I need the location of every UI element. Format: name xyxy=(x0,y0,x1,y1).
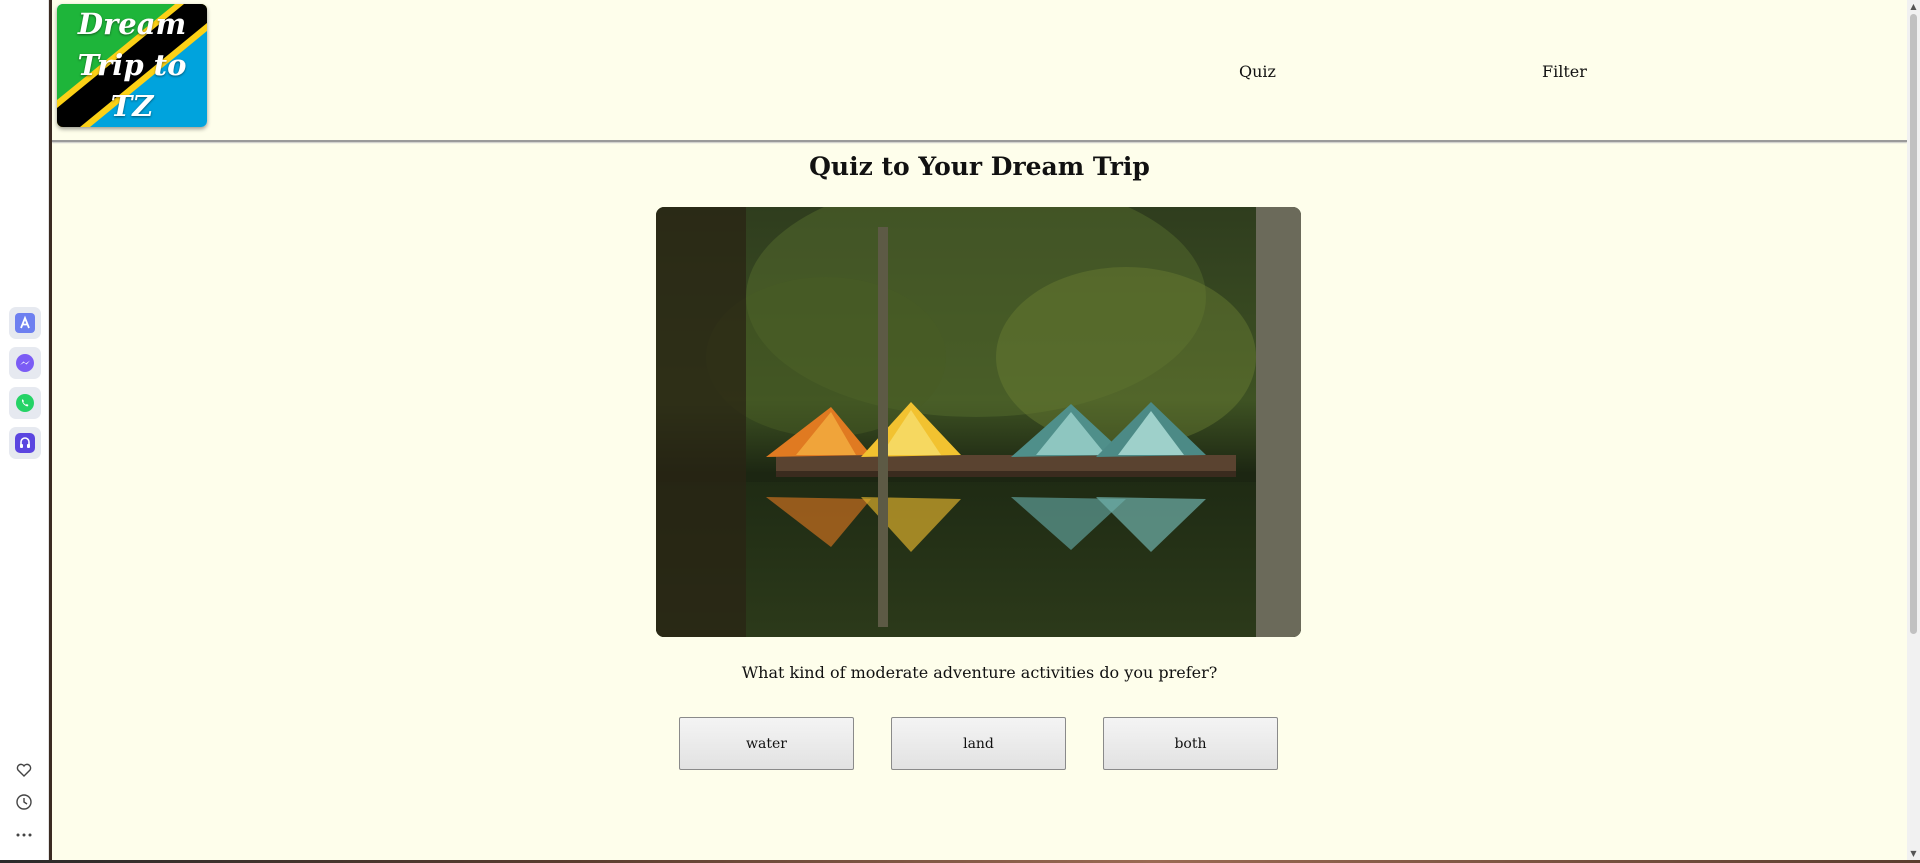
nav-filter-link[interactable]: Filter xyxy=(1542,62,1587,81)
scroll-thumb[interactable] xyxy=(1910,14,1917,634)
answer-water-button[interactable]: water xyxy=(679,717,854,770)
answer-both-button[interactable]: both xyxy=(1103,717,1278,770)
site-logo[interactable]: Dream Trip to TZ xyxy=(57,4,207,127)
answer-land-button[interactable]: land xyxy=(891,717,1066,770)
site-header: Dream Trip to TZ Quiz Filter xyxy=(52,0,1907,142)
scroll-down-icon[interactable]: ▼ xyxy=(1909,849,1918,858)
camping-photo xyxy=(656,207,1301,637)
web-page: Dream Trip to TZ Quiz Filter Quiz to You… xyxy=(52,0,1907,860)
whatsapp-icon[interactable] xyxy=(9,387,41,419)
nav-quiz-link[interactable]: Quiz xyxy=(1239,62,1276,81)
history-icon[interactable] xyxy=(13,791,35,813)
page-title: Quiz to Your Dream Trip xyxy=(809,152,1150,181)
app-store-icon[interactable] xyxy=(9,307,41,339)
quiz-question: What kind of moderate adventure activiti… xyxy=(741,663,1218,682)
music-icon[interactable] xyxy=(9,427,41,459)
page-scrollbar[interactable]: ▲ ▼ xyxy=(1907,0,1920,860)
logo-text: Dream Trip to TZ xyxy=(77,7,187,123)
scroll-up-icon[interactable]: ▲ xyxy=(1909,2,1918,11)
more-icon[interactable] xyxy=(13,824,35,846)
browser-sidebar xyxy=(0,0,49,863)
heart-icon[interactable] xyxy=(13,759,35,781)
messenger-icon[interactable] xyxy=(9,347,41,379)
